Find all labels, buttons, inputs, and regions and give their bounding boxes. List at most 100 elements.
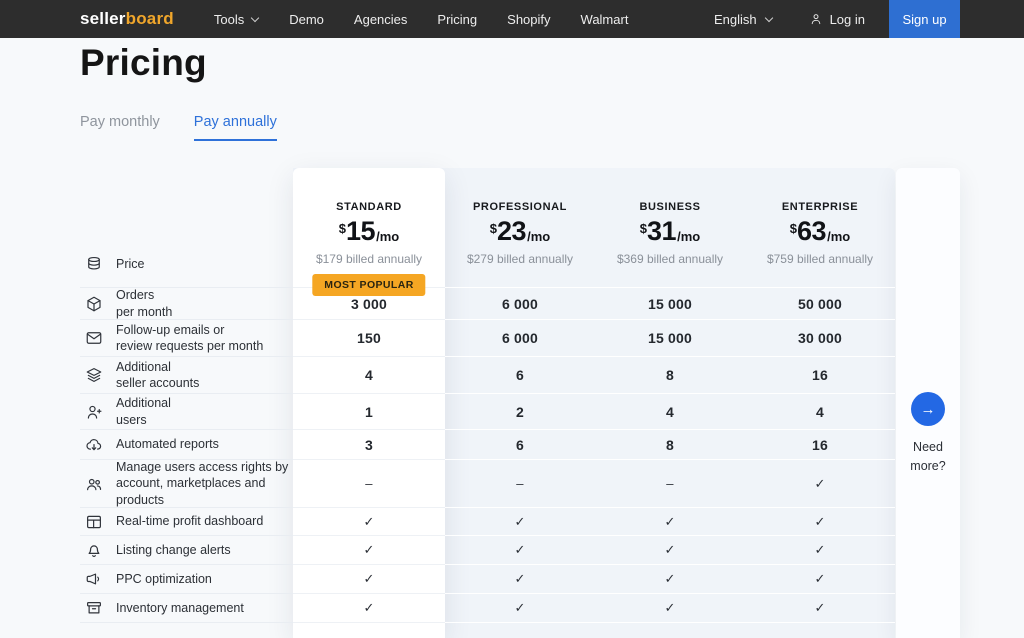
signup-button[interactable]: Sign up — [889, 0, 960, 38]
feature-value-cell: 8 — [595, 357, 745, 394]
feature-value: 15 000 — [648, 330, 692, 346]
feature-row-orders-per-month: Orders per month3 0006 00015 00050 000 — [80, 288, 896, 320]
plan-header-enterprise: ENTERPRISE $63/mo $759 billed annually — [745, 168, 895, 288]
top-navbar: sellerboard Tools Demo Agencies Pricing … — [0, 0, 1024, 38]
check-icon: ✓ — [814, 514, 825, 530]
bell-icon — [85, 541, 103, 559]
nav-right: English Log in Sign up — [714, 0, 1024, 38]
feature-value-cell: 8 — [595, 430, 745, 460]
feature-value-cell: 4 — [293, 357, 445, 394]
price-row-label-cell: Price — [80, 168, 293, 288]
feature-value-cell: 16 — [745, 357, 895, 394]
feature-value-cell: 6 — [445, 357, 595, 394]
logo-part1: seller — [80, 9, 126, 28]
plans-grid: Price STANDARD $15/mo $179 billed annual… — [80, 168, 896, 623]
feature-label-cell: Inventory management — [80, 594, 293, 623]
check-icon: ✓ — [514, 571, 525, 587]
check-icon: ✓ — [664, 600, 675, 616]
archive-icon — [85, 599, 103, 617]
feature-row-additional-seller-accounts: Additional seller accounts 4 6816 — [80, 357, 896, 394]
feature-value: 4 — [816, 404, 824, 420]
feature-row-real-time-profit-dashboard: Real-time profit dashboard✓✓✓✓ — [80, 508, 896, 536]
need-more-card: → Need more? — [896, 168, 960, 638]
feature-label-cell: Automated reports — [80, 430, 293, 460]
check-icon: ✓ — [514, 514, 525, 530]
login-link[interactable]: Log in — [809, 12, 865, 27]
plan-header-standard: STANDARD $15/mo $179 billed annually MOS… — [293, 168, 445, 288]
feature-value-cell: 16 — [745, 430, 895, 460]
dash-icon: – — [666, 476, 673, 491]
nav-links: Tools Demo Agencies Pricing Shopify Walm… — [214, 12, 629, 27]
check-icon: ✓ — [363, 571, 374, 587]
nav-item-shopify[interactable]: Shopify — [507, 12, 550, 27]
feature-value-cell: 6 000 — [445, 320, 595, 357]
chevron-down-icon — [251, 13, 259, 21]
feature-value: 8 — [666, 437, 674, 453]
feature-value: 2 — [516, 404, 524, 420]
feature-value: 6 000 — [502, 330, 538, 346]
feature-value-cell: 15 000 — [595, 288, 745, 320]
plans-header-row: Price STANDARD $15/mo $179 billed annual… — [80, 168, 896, 288]
feature-value-cell: ✓ — [293, 536, 445, 565]
feature-value-cell: – — [445, 460, 595, 508]
feature-value: 3 — [365, 437, 373, 453]
feature-value: 4 — [365, 367, 373, 383]
feature-value-cell: ✓ — [745, 594, 895, 623]
feature-value-cell: 15 000 — [595, 320, 745, 357]
check-icon: ✓ — [814, 571, 825, 587]
feature-value-cell: ✓ — [445, 565, 595, 594]
feature-value-cell: ✓ — [595, 594, 745, 623]
plan-price: $31/mo — [640, 218, 700, 245]
check-icon: ✓ — [363, 542, 374, 558]
tab-pay-monthly[interactable]: Pay monthly — [80, 114, 160, 141]
dash-icon: – — [516, 476, 523, 491]
nav-item-walmart[interactable]: Walmart — [581, 12, 629, 27]
language-selector[interactable]: English — [714, 12, 773, 27]
user-icon — [809, 12, 823, 26]
feature-value-cell: ✓ — [745, 536, 895, 565]
tab-pay-annually[interactable]: Pay annually — [194, 114, 277, 141]
feature-value-cell: ✓ — [445, 508, 595, 536]
feature-value-cell: 150 — [293, 320, 445, 357]
check-icon: ✓ — [514, 542, 525, 558]
plan-price: $15/mo — [339, 218, 399, 245]
feature-value-cell: ✓ — [293, 508, 445, 536]
feature-row-additional-users: Additional users 1 2 4 4 — [80, 394, 896, 430]
chevron-down-icon — [765, 13, 773, 21]
feature-label-cell: Manage users access rights by account, m… — [80, 460, 293, 508]
feature-value-cell: ✓ — [293, 565, 445, 594]
sellerboard-logo[interactable]: sellerboard — [80, 9, 174, 29]
plan-price: $23/mo — [490, 218, 550, 245]
check-icon: ✓ — [814, 600, 825, 616]
nav-item-agencies[interactable]: Agencies — [354, 12, 407, 27]
page-title: Pricing — [80, 42, 207, 84]
feature-value: 150 — [357, 330, 381, 346]
billed-annually-note: $279 billed annually — [467, 252, 573, 266]
layers-icon — [85, 366, 103, 384]
feature-value-cell: 4 — [595, 394, 745, 430]
feature-label: Additional seller accounts — [116, 359, 199, 392]
nav-item-tools[interactable]: Tools — [214, 12, 259, 27]
feature-value: 3 000 — [351, 296, 387, 312]
need-more-label: Need more? — [896, 438, 960, 477]
nav-item-demo[interactable]: Demo — [289, 12, 324, 27]
package-icon — [85, 295, 103, 313]
feature-label-cell: Follow-up emails or review requests per … — [80, 320, 293, 357]
feature-value-cell: 4 — [745, 394, 895, 430]
feature-value: 30 000 — [798, 330, 842, 346]
most-popular-badge: MOST POPULAR — [312, 274, 425, 296]
feature-label-cell: Additional users — [80, 394, 293, 430]
feature-label: Follow-up emails or review requests per … — [116, 322, 263, 355]
feature-value-cell: ✓ — [595, 565, 745, 594]
feature-label: Additional users — [116, 395, 171, 428]
envelope-icon — [85, 329, 103, 347]
billed-annually-note: $759 billed annually — [767, 252, 873, 266]
feature-label-cell: Listing change alerts — [80, 536, 293, 565]
need-more-button[interactable]: → — [911, 392, 945, 426]
nav-item-pricing[interactable]: Pricing — [437, 12, 477, 27]
price-row-label: Price — [116, 256, 144, 273]
users-icon — [85, 475, 103, 493]
feature-value: 15 000 — [648, 296, 692, 312]
feature-label: Orders per month — [116, 287, 172, 320]
feature-value-cell: 1 — [293, 394, 445, 430]
